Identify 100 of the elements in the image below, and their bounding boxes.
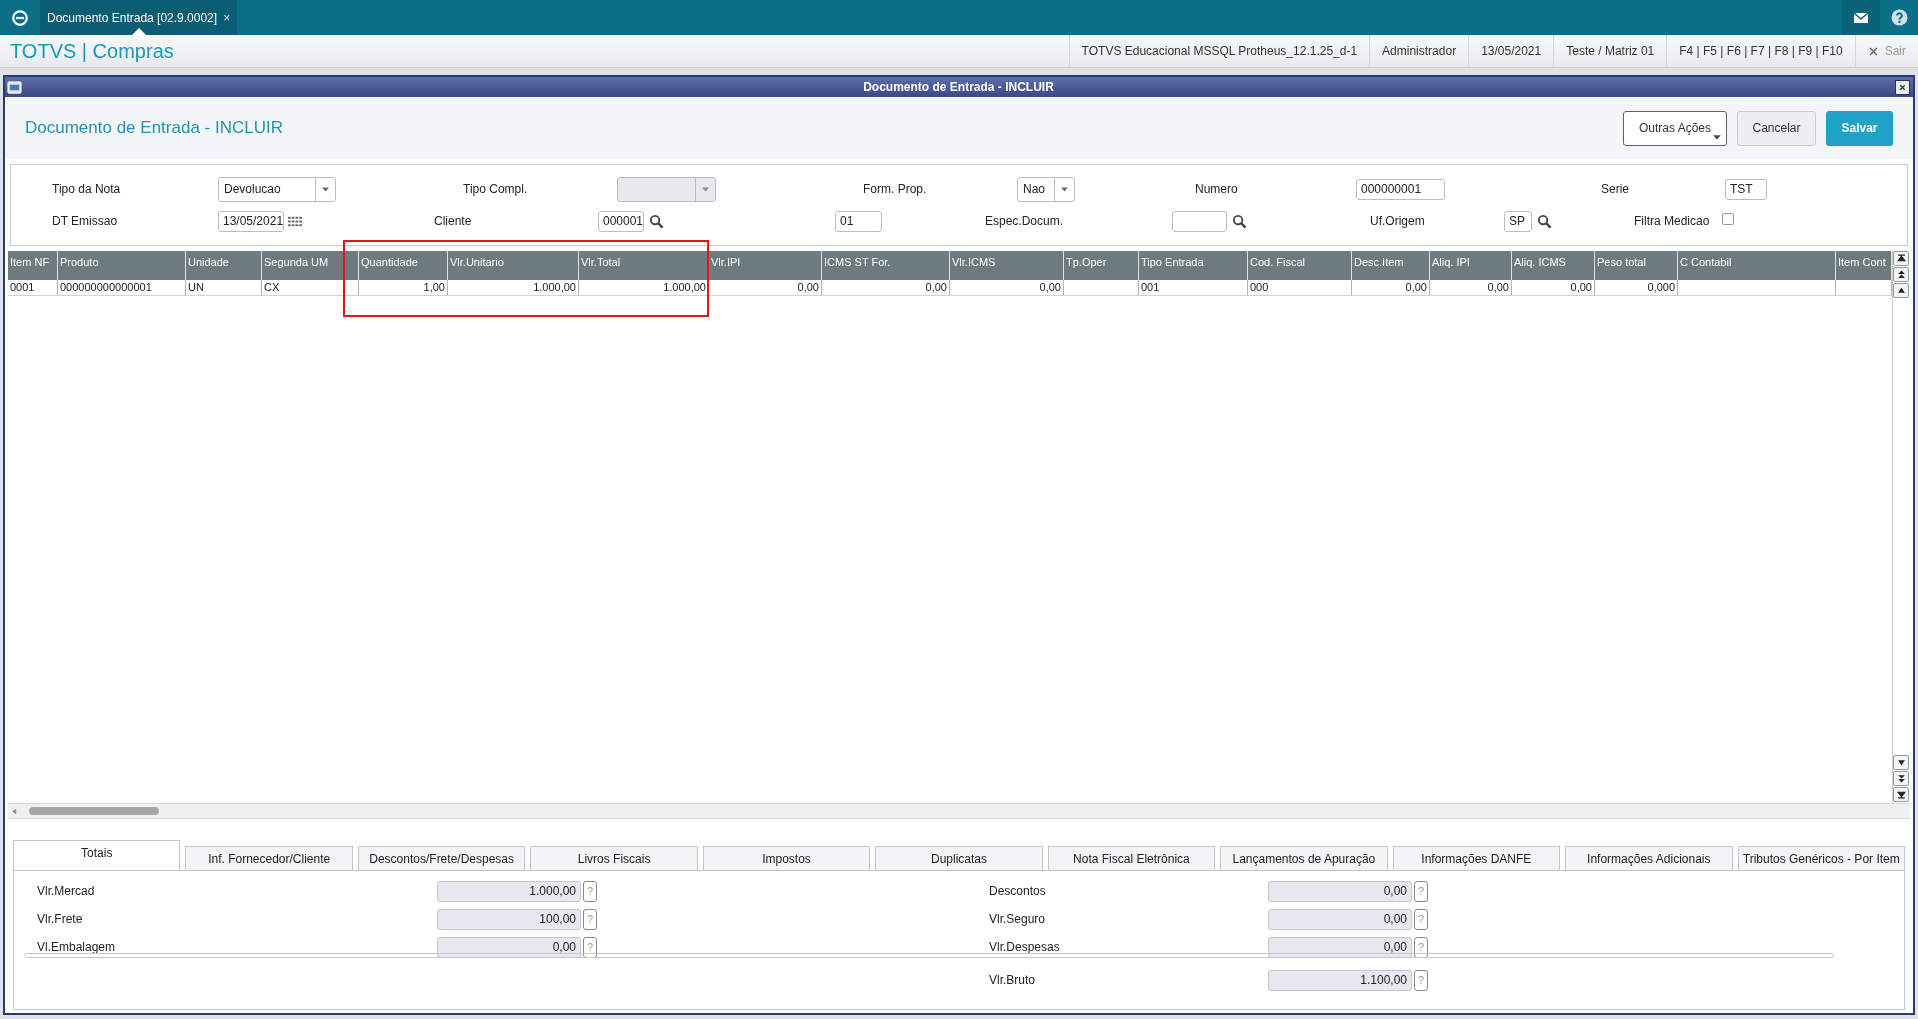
table-cell-text: 000000000000001 xyxy=(60,280,152,296)
column-header[interactable]: Vlr.Total xyxy=(579,251,621,280)
close-icon xyxy=(1867,45,1879,57)
readonly-field: 0,00 xyxy=(1268,908,1412,930)
table-cell-text: UN xyxy=(188,280,204,296)
status-info: Administrador xyxy=(1369,35,1469,67)
column-header[interactable]: Tipo Entrada xyxy=(1139,251,1204,280)
save-button[interactable]: Salvar xyxy=(1826,110,1893,146)
help-button[interactable]: ? xyxy=(1414,880,1428,902)
table-cell-text: 0,00 xyxy=(797,280,819,296)
column-header[interactable]: C Contabil xyxy=(1678,251,1732,280)
table-cell-text: 1.000,00 xyxy=(533,280,576,296)
column-header[interactable]: Vlr.IPI xyxy=(709,251,741,280)
column-header[interactable]: Aliq. IPI xyxy=(1430,251,1470,280)
field-label: Vlr.Mercad xyxy=(37,884,95,898)
app-title: TOTVS | Compras xyxy=(9,39,174,64)
tab[interactable]: Livros Fiscais xyxy=(530,846,698,870)
window-title: Documento de Entrada - INCLUIR xyxy=(862,79,1055,96)
close-button[interactable] xyxy=(1895,79,1910,95)
tab[interactable]: Informações DANFE xyxy=(1392,846,1561,870)
dropdown-field[interactable]: Devolucao xyxy=(218,176,336,202)
readonly-field: 1.100,00 xyxy=(1268,969,1412,991)
input-field[interactable] xyxy=(1172,210,1227,232)
help-button[interactable]: ? xyxy=(583,936,597,958)
close-icon[interactable]: × xyxy=(223,8,231,27)
input-field[interactable]: SP xyxy=(1504,210,1532,232)
help-button[interactable]: ? xyxy=(583,908,597,930)
input-field[interactable]: 000001 xyxy=(598,210,644,232)
column-header[interactable]: Tp.Oper xyxy=(1064,251,1107,280)
table-cell-text: 001 xyxy=(1141,280,1160,296)
scroll-top-button[interactable] xyxy=(1893,251,1909,266)
column-header[interactable]: Aliq. ICMS xyxy=(1512,251,1566,280)
column-header[interactable]: Desc.Item xyxy=(1352,251,1404,280)
scroll-thumb[interactable] xyxy=(29,807,159,815)
help-button[interactable]: ? xyxy=(1414,969,1428,991)
scroll-down-button[interactable] xyxy=(1893,755,1909,770)
input-field[interactable]: 01 xyxy=(835,210,882,232)
tab[interactable]: Tributos Genéricos - Por Item xyxy=(1737,846,1905,870)
window-icon xyxy=(7,79,22,95)
column-header[interactable]: Cod. Fiscal xyxy=(1248,251,1306,280)
input-field[interactable]: TST xyxy=(1725,178,1767,200)
field-label: DT Emissao xyxy=(52,213,118,230)
checkbox[interactable] xyxy=(1722,212,1734,225)
column-header[interactable]: ICMS ST For. xyxy=(822,251,891,280)
column-header[interactable]: Peso total xyxy=(1595,251,1646,280)
close-icon xyxy=(1898,82,1907,92)
page-up-button[interactable] xyxy=(1893,267,1909,282)
tab[interactable]: Impostos xyxy=(702,846,871,870)
help-button[interactable]: ? xyxy=(1414,936,1428,958)
app-tab[interactable]: Documento Entrada [02.9.0002] × xyxy=(40,0,238,35)
field-label: Tipo da Nota xyxy=(52,181,121,198)
arrow-icon xyxy=(1896,758,1906,767)
input-field[interactable]: 13/05/2021 xyxy=(218,210,284,232)
tab[interactable]: Duplicatas xyxy=(875,846,1043,870)
field-label: Descontos xyxy=(989,884,1046,898)
tab[interactable]: Descontos/Frete/Despesas xyxy=(357,846,526,870)
horizontal-scrollbar[interactable] xyxy=(8,803,1910,819)
page-down-button[interactable] xyxy=(1893,771,1909,786)
arrow-icon[interactable] xyxy=(10,806,19,816)
column-header[interactable]: Produto xyxy=(58,251,99,280)
help-button[interactable]: ? xyxy=(1414,908,1428,930)
readonly-field: 0,00 xyxy=(1268,936,1412,958)
field-label: Vlr.Despesas xyxy=(989,940,1060,954)
field-label: Vlr.Bruto xyxy=(989,973,1036,987)
arrow-icon xyxy=(1896,254,1906,263)
tab[interactable]: Lançamentos de Apuração xyxy=(1220,846,1388,870)
column-header[interactable]: Item Cont xyxy=(1836,251,1886,280)
logo-icon[interactable] xyxy=(11,8,29,27)
field-label: Serie xyxy=(1601,181,1629,198)
table-cell-text: 0,00 xyxy=(1039,280,1061,296)
column-header[interactable]: Vlr.Unitario xyxy=(448,251,504,280)
field-label: Espec.Docum. xyxy=(985,213,1064,230)
scroll-up-button[interactable] xyxy=(1893,283,1909,298)
search-icon[interactable] xyxy=(1537,213,1552,229)
arrow-icon xyxy=(1896,774,1906,783)
menu-button[interactable]: Outras Ações xyxy=(1623,110,1727,146)
arrow-icon xyxy=(1896,270,1906,279)
tab[interactable]: Informações Adicionais xyxy=(1565,846,1733,870)
column-header[interactable]: Unidade xyxy=(186,251,229,280)
exit-button[interactable]: Sair xyxy=(1854,35,1918,67)
input-field[interactable]: 000000001 xyxy=(1356,178,1445,200)
table-cell-text: 0,00 xyxy=(1487,280,1509,296)
search-icon[interactable] xyxy=(1232,213,1247,229)
tab[interactable]: Inf. Fornecedor/Cliente xyxy=(185,846,353,870)
readonly-field: 100,00 xyxy=(437,908,581,930)
column-header[interactable]: Item NF xyxy=(8,251,50,280)
column-header[interactable]: Vlr.ICMS xyxy=(950,251,996,280)
table-cell-text: 1.000,00 xyxy=(663,280,706,296)
column-header[interactable]: Segunda UM xyxy=(262,251,329,280)
status-info: F4 | F5 | F6 | F7 | F8 | F9 | F10 xyxy=(1666,35,1855,67)
status-info: Teste / Matriz 01 xyxy=(1553,35,1667,67)
help-button[interactable]: ? xyxy=(583,880,597,902)
scroll-bottom-button[interactable] xyxy=(1893,787,1909,802)
tab[interactable]: Nota Fiscal Eletrônica xyxy=(1047,846,1216,870)
search-icon[interactable] xyxy=(649,213,664,229)
mail-button[interactable] xyxy=(1842,0,1880,35)
column-header[interactable]: Quantidade xyxy=(359,251,418,280)
tab[interactable]: Totais xyxy=(13,840,181,870)
cancel-button[interactable]: Cancelar xyxy=(1737,110,1816,146)
dropdown-field[interactable]: Nao xyxy=(1017,176,1075,202)
